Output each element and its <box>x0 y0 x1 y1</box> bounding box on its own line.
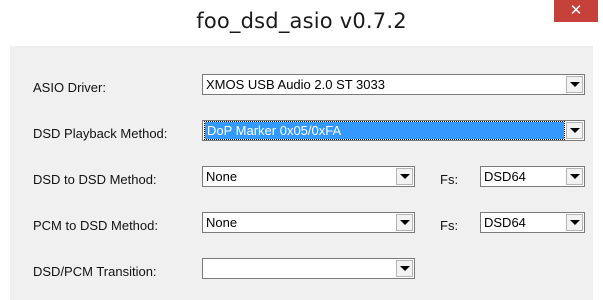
close-button[interactable]: ✕ <box>554 0 598 22</box>
dsd-to-dsd-method-value: None <box>206 169 238 184</box>
dsd-playback-method-label: DSD Playback Method: <box>33 126 168 141</box>
dsd-playback-method-dropdown[interactable]: DoP Marker 0x05/0xFA <box>202 120 585 141</box>
dialog-client-area: ASIO Driver: XMOS USB Audio 2.0 ST 3033 … <box>10 46 593 300</box>
pcm-to-dsd-fs-dropdown-button[interactable] <box>566 214 583 231</box>
chevron-down-icon <box>570 174 580 179</box>
dsd-to-dsd-fs-dropdown-button[interactable] <box>566 168 583 185</box>
chevron-down-icon <box>400 266 410 271</box>
dsd-pcm-transition-dropdown-button[interactable] <box>396 260 413 277</box>
pcm-to-dsd-fs-value: DSD64 <box>484 215 526 230</box>
close-icon: ✕ <box>569 2 583 19</box>
pcm-to-dsd-fs-dropdown[interactable]: DSD64 <box>480 212 585 233</box>
dsd-pcm-transition-label: DSD/PCM Transition: <box>33 264 157 279</box>
pcm-to-dsd-fs-label: Fs: <box>440 218 459 233</box>
chevron-down-icon <box>400 174 410 179</box>
asio-driver-value: XMOS USB Audio 2.0 ST 3033 <box>206 77 385 92</box>
chevron-down-icon <box>570 128 580 133</box>
dsd-to-dsd-fs-dropdown[interactable]: DSD64 <box>480 166 585 187</box>
title-bar[interactable]: foo_dsd_asio v0.7.2 ✕ <box>0 0 603 46</box>
dialog-window: foo_dsd_asio v0.7.2 ✕ ASIO Driver: XMOS … <box>0 0 603 300</box>
chevron-down-icon <box>570 82 580 87</box>
dsd-pcm-transition-dropdown[interactable] <box>202 258 415 279</box>
chevron-down-icon <box>570 220 580 225</box>
dsd-to-dsd-fs-value: DSD64 <box>484 169 526 184</box>
window-title: foo_dsd_asio v0.7.2 <box>196 9 407 33</box>
asio-driver-dropdown[interactable]: XMOS USB Audio 2.0 ST 3033 <box>202 74 585 95</box>
dsd-playback-method-dropdown-button[interactable] <box>566 122 583 139</box>
dsd-to-dsd-method-dropdown-button[interactable] <box>396 168 413 185</box>
dsd-playback-method-value: DoP Marker 0x05/0xFA <box>204 121 565 140</box>
chevron-down-icon <box>400 220 410 225</box>
asio-driver-label: ASIO Driver: <box>33 80 106 95</box>
dsd-to-dsd-method-dropdown[interactable]: None <box>202 166 415 187</box>
pcm-to-dsd-method-value: None <box>206 215 238 230</box>
pcm-to-dsd-method-label: PCM to DSD Method: <box>33 218 158 233</box>
asio-driver-dropdown-button[interactable] <box>566 76 583 93</box>
dsd-to-dsd-method-label: DSD to DSD Method: <box>33 172 157 187</box>
dsd-to-dsd-fs-label: Fs: <box>440 172 459 187</box>
pcm-to-dsd-method-dropdown[interactable]: None <box>202 212 415 233</box>
pcm-to-dsd-method-dropdown-button[interactable] <box>396 214 413 231</box>
